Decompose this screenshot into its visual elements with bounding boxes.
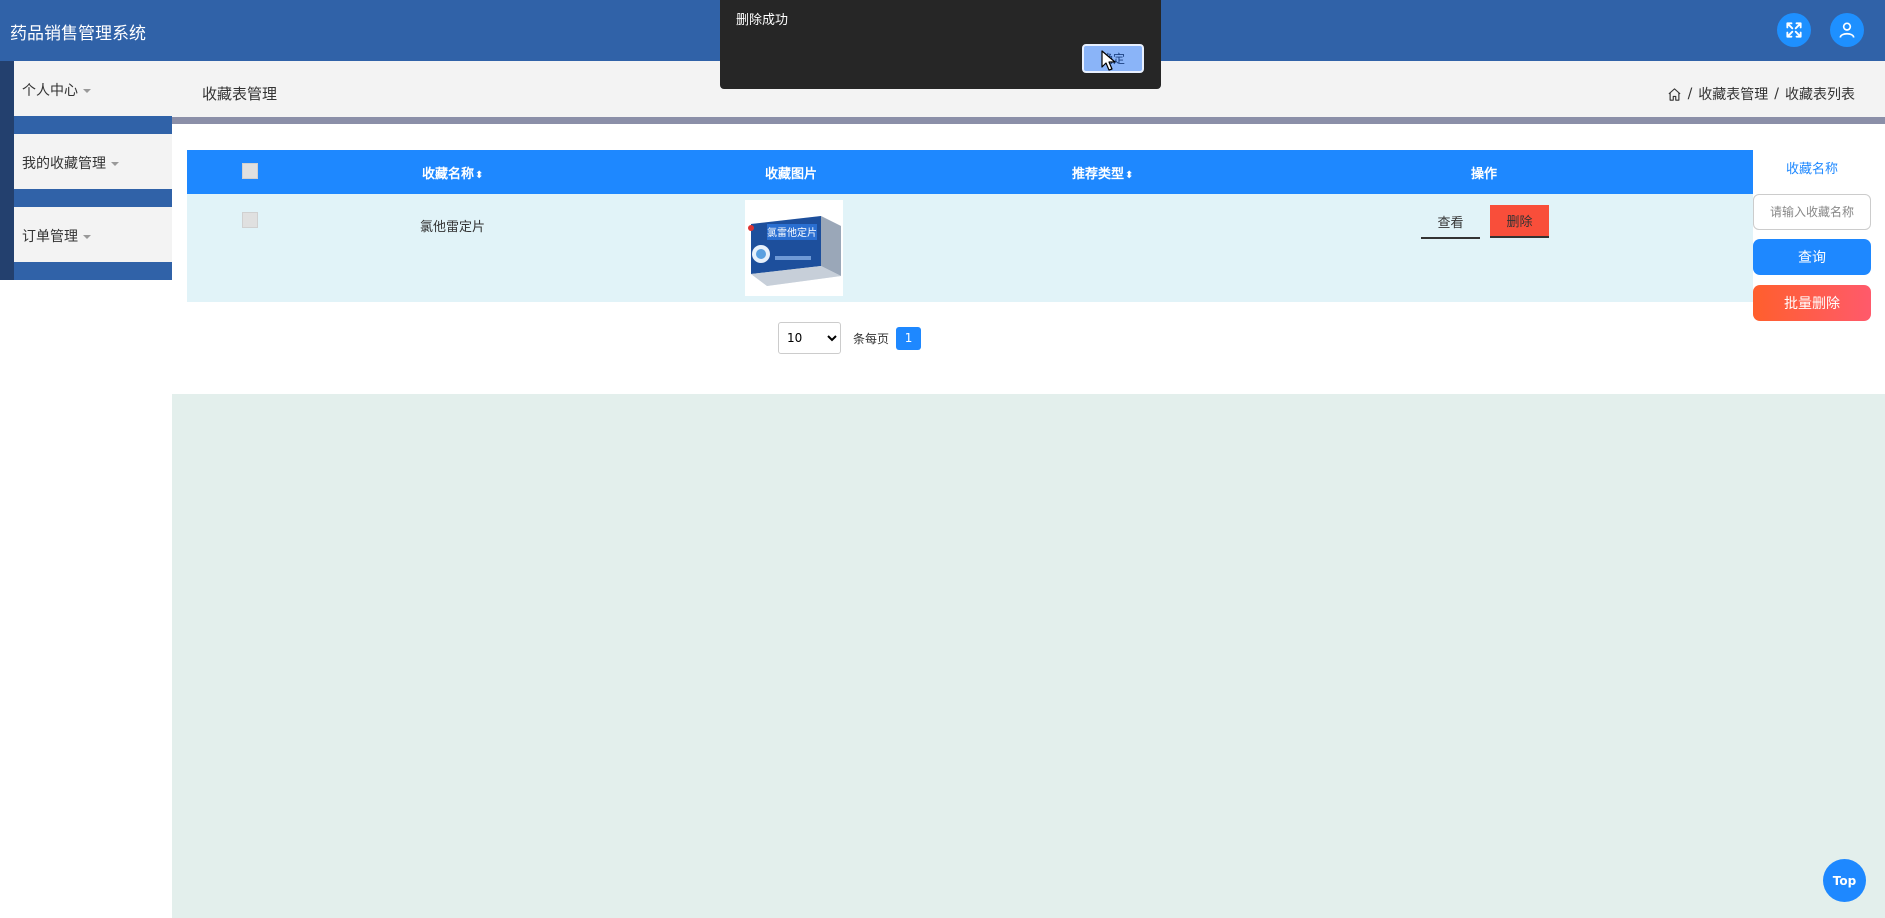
sidebar-item-box[interactable]: 订单管理	[14, 207, 172, 262]
sidebar-item-box[interactable]: 个人中心	[14, 61, 172, 116]
sidebar-item-profile[interactable]: 个人中心	[0, 61, 172, 134]
sidebar-item-strip	[14, 116, 172, 134]
caret-down-icon	[83, 235, 91, 239]
search-label: 收藏名称	[1785, 162, 1838, 177]
column-header-name[interactable]: 收藏名称⬍	[422, 163, 483, 182]
favorites-table: 收藏名称⬍ 收藏图片 推荐类型⬍ 操作 氯他雷定片 氯雷他定片 查看 删除	[187, 150, 1753, 302]
user-menu-button[interactable]	[1830, 13, 1864, 47]
per-page-label: 条每页	[853, 331, 890, 346]
batch-delete-button[interactable]: 批量删除	[1753, 285, 1871, 321]
table-header: 收藏名称⬍ 收藏图片 推荐类型⬍ 操作	[187, 150, 1753, 194]
table-row: 氯他雷定片 氯雷他定片 查看 删除	[187, 194, 1753, 302]
user-icon	[1839, 22, 1855, 38]
caret-down-icon	[111, 162, 119, 166]
page-size-select[interactable]: 10 20 50	[778, 322, 841, 354]
query-button[interactable]: 查询	[1753, 239, 1871, 275]
sidebar-item-label: 个人中心	[22, 80, 91, 100]
header-divider	[172, 117, 1885, 124]
delete-button[interactable]: 删除	[1490, 205, 1549, 238]
content-background	[172, 394, 1885, 918]
app-title: 药品销售管理系统	[10, 24, 146, 44]
sidebar-item-accent	[0, 207, 14, 280]
caret-down-icon	[83, 89, 91, 93]
product-image-text: 氯雷他定片	[767, 226, 817, 239]
column-header-label: 收藏名称	[422, 167, 475, 182]
sidebar-item-accent	[0, 61, 14, 134]
breadcrumb-separator: /	[1774, 86, 1779, 102]
column-header-label: 操作	[1471, 167, 1498, 182]
fullscreen-button[interactable]	[1777, 13, 1811, 47]
home-icon[interactable]	[1667, 87, 1682, 102]
sort-icon: ⬍	[475, 170, 484, 181]
pagination: 10 20 50 条每页 1	[778, 322, 922, 354]
select-all-checkbox[interactable]	[242, 163, 258, 179]
sort-icon: ⬍	[1125, 170, 1134, 181]
sidebar-item-box[interactable]: 我的收藏管理	[14, 134, 172, 189]
mouse-cursor-icon	[1101, 50, 1116, 71]
alert-dialog: 删除成功 确定	[720, 0, 1161, 89]
column-header-actions: 操作	[1471, 163, 1497, 182]
breadcrumb-item[interactable]: 收藏表管理	[1698, 84, 1768, 104]
sidebar-item-strip	[14, 262, 172, 280]
product-image[interactable]: 氯雷他定片	[745, 200, 843, 296]
sidebar-item-label: 订单管理	[22, 226, 91, 246]
cell-name: 氯他雷定片	[420, 220, 486, 235]
sidebar-item-label: 我的收藏管理	[22, 153, 119, 173]
sidebar-item-orders[interactable]: 订单管理	[0, 207, 172, 280]
breadcrumb-item: 收藏表列表	[1785, 87, 1855, 103]
page-number-button[interactable]: 1	[896, 326, 922, 350]
sidebar-item-strip	[14, 189, 172, 207]
search-input[interactable]	[1753, 194, 1871, 230]
view-button[interactable]: 查看	[1421, 206, 1480, 239]
sidebar: 个人中心 我的收藏管理 订单管理	[0, 61, 172, 918]
sidebar-item-text: 我的收藏管理	[22, 156, 106, 172]
column-header-label: 推荐类型	[1072, 167, 1125, 182]
dialog-message: 删除成功	[736, 13, 789, 28]
sidebar-item-text: 订单管理	[22, 229, 78, 245]
column-header-type[interactable]: 推荐类型⬍	[1072, 163, 1133, 182]
product-image-graphic: 氯雷他定片	[745, 200, 843, 296]
sidebar-item-accent	[0, 134, 14, 207]
breadcrumb-separator: /	[1687, 86, 1693, 102]
sidebar-item-text: 个人中心	[22, 83, 78, 99]
page-title: 收藏表管理	[202, 85, 278, 103]
column-header-image: 收藏图片	[765, 163, 817, 182]
breadcrumb: / 收藏表管理 / 收藏表列表	[1667, 84, 1855, 104]
column-header-label: 收藏图片	[765, 167, 818, 182]
row-checkbox[interactable]	[242, 212, 258, 228]
back-to-top-button[interactable]: Top	[1823, 859, 1866, 902]
sidebar-item-favorites[interactable]: 我的收藏管理	[0, 134, 172, 207]
expand-icon	[1786, 22, 1802, 38]
